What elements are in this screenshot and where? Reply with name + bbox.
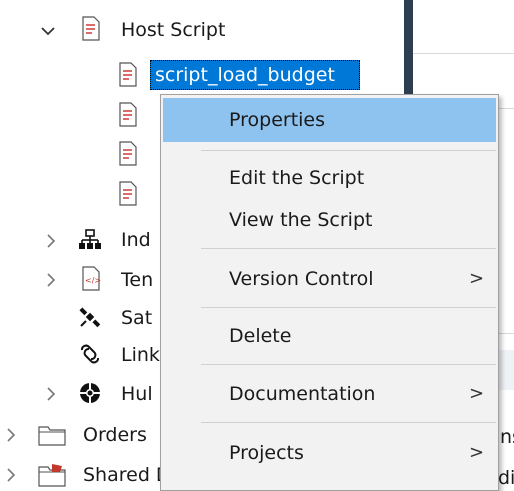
menu-item-label: Delete [229, 325, 292, 347]
chevron-right-icon[interactable] [40, 230, 62, 252]
menu-item-label: Version Control [229, 268, 374, 290]
menu-separator [201, 248, 496, 249]
chevron-right-icon[interactable] [40, 269, 62, 291]
script-icon [119, 62, 137, 87]
menu-item-version-control[interactable]: Version Control > [163, 257, 496, 301]
satellite-icon [79, 307, 101, 328]
host-script-label[interactable]: Host Script [121, 18, 225, 42]
tree-node-label[interactable]: Link [121, 343, 160, 367]
submenu-arrow-icon: > [469, 383, 485, 404]
menu-separator [201, 422, 496, 423]
script-icon[interactable] [117, 181, 139, 207]
svg-text:</>: </> [85, 276, 101, 285]
tree-item-selected[interactable]: script_load_budget [150, 60, 360, 90]
menu-item-label: Documentation [229, 383, 376, 405]
menu-item-label: View the Script [229, 209, 373, 231]
panel-text-fragment: ns [500, 426, 514, 448]
chevron-right-icon[interactable] [0, 424, 22, 446]
menu-item-delete[interactable]: Delete [163, 314, 496, 358]
tree-node-label[interactable]: Orders [83, 423, 147, 447]
menu-separator [201, 364, 496, 365]
tree-node-label[interactable]: Ten [121, 268, 153, 292]
menu-item-edit-script[interactable]: Edit the Script [163, 156, 496, 200]
chevron-right-icon[interactable] [0, 464, 22, 486]
menu-separator [201, 150, 496, 151]
template-icon: </> [82, 266, 101, 291]
folder-red-icon [38, 464, 66, 487]
menu-item-documentation[interactable]: Documentation > [163, 372, 496, 416]
submenu-arrow-icon: > [469, 268, 485, 289]
menu-item-projects[interactable]: Projects > [163, 431, 496, 475]
folder-icon [38, 426, 66, 446]
script-icon [82, 16, 100, 41]
hub-icon [80, 383, 100, 403]
submenu-arrow-icon: > [469, 442, 485, 463]
tree-node-label[interactable]: Ind [121, 228, 151, 252]
context-menu: Properties Edit the Script View the Scri… [160, 94, 499, 491]
menu-item-label: Properties [229, 109, 326, 131]
tree-item-label: script_load_budget [155, 64, 335, 86]
script-icon[interactable] [117, 102, 139, 128]
chevron-right-icon[interactable] [40, 383, 62, 405]
panel-divider-line [413, 53, 514, 54]
menu-item-label: Edit the Script [229, 167, 365, 189]
panel-text-fragment: dim [498, 467, 514, 489]
tree-node-label[interactable]: Sat [121, 306, 152, 330]
tree-node-label[interactable]: Hul [121, 382, 153, 406]
menu-separator [201, 307, 496, 308]
index-icon [79, 229, 101, 249]
menu-item-label: Projects [229, 442, 304, 464]
menu-item-properties[interactable]: Properties [163, 98, 496, 142]
link-icon [81, 344, 99, 364]
menu-item-view-script[interactable]: View the Script [163, 198, 496, 242]
chevron-down-icon[interactable] [37, 20, 59, 42]
script-icon[interactable] [117, 141, 139, 167]
